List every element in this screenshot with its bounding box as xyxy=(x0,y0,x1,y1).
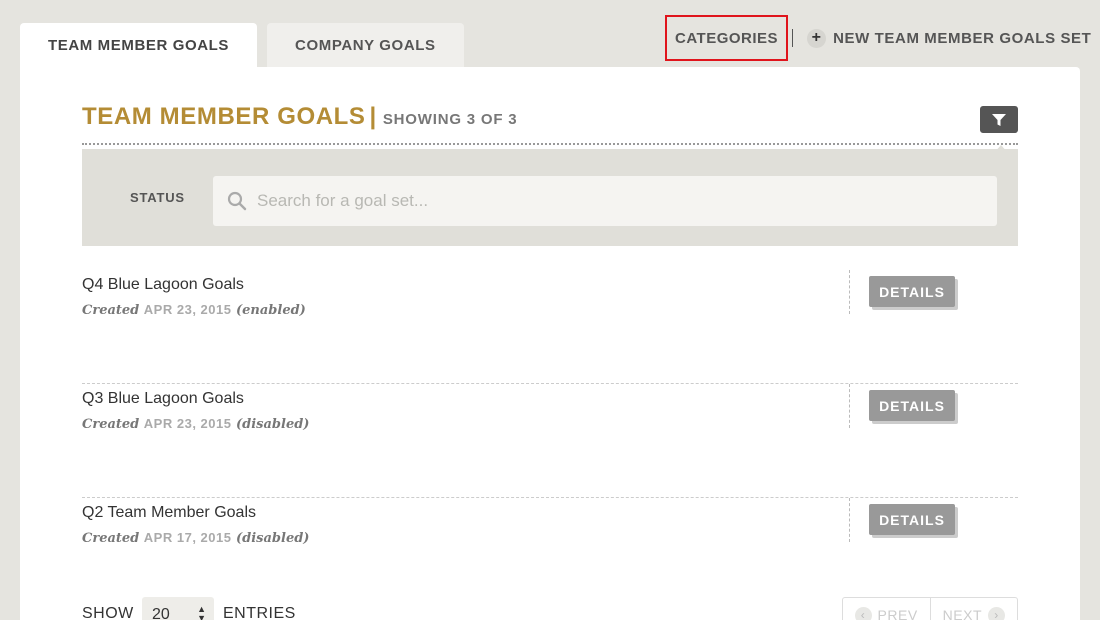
created-prefix: Created xyxy=(82,417,140,432)
page-title: TEAM MEMBER GOALS | SHOWING 3 OF 3 xyxy=(82,103,517,131)
showing-count: SHOWING 3 OF 3 xyxy=(382,111,518,128)
row-separator xyxy=(849,498,850,542)
created-date: APR 17, 2015 xyxy=(143,530,232,545)
goal-set-meta: Created APR 17, 2015 (disabled) xyxy=(82,530,309,546)
show-label: SHOW xyxy=(82,605,134,620)
entries-label: ENTRIES xyxy=(223,605,296,620)
status-filter-label[interactable]: STATUS xyxy=(130,190,185,205)
pagination: ‹ PREV NEXT › xyxy=(841,597,1018,620)
title-separator: | xyxy=(369,103,377,130)
search-icon xyxy=(227,191,247,211)
list-item: Q3 Blue Lagoon Goals Created APR 23, 201… xyxy=(82,384,1018,498)
tab-team-member-goals[interactable]: TEAM MEMBER GOALS xyxy=(20,23,258,67)
filter-bar: STATUS xyxy=(82,149,1018,246)
spinner-arrows-icon: ▲ ▼ xyxy=(197,604,206,620)
goal-set-name[interactable]: Q3 Blue Lagoon Goals xyxy=(82,390,244,408)
prev-label: PREV xyxy=(877,607,918,620)
chevron-left-icon: ‹ xyxy=(854,606,872,620)
created-date: APR 23, 2015 xyxy=(143,416,232,431)
goal-set-name[interactable]: Q2 Team Member Goals xyxy=(82,504,256,522)
prev-button[interactable]: ‹ PREV xyxy=(843,598,930,620)
created-prefix: Created xyxy=(82,303,140,318)
chevron-right-icon: › xyxy=(988,606,1005,620)
row-separator xyxy=(849,270,850,314)
row-separator xyxy=(849,384,850,428)
entries-value: 20 xyxy=(152,606,170,620)
details-button[interactable]: DETAILS xyxy=(869,390,955,421)
goal-set-state: (disabled) xyxy=(236,417,310,432)
entries-select[interactable]: 20 ▲ ▼ xyxy=(142,597,214,620)
categories-link[interactable]: CATEGORIES xyxy=(665,15,789,61)
filter-button[interactable] xyxy=(980,106,1018,133)
goal-set-state: (enabled) xyxy=(236,303,306,318)
created-date: APR 23, 2015 xyxy=(143,302,232,317)
tab-company-goals[interactable]: COMPANY GOALS xyxy=(267,23,464,67)
tab-bar: TEAM MEMBER GOALS COMPANY GOALS xyxy=(20,23,464,67)
details-button[interactable]: DETAILS xyxy=(869,276,955,307)
goal-set-state: (disabled) xyxy=(236,531,310,546)
new-goal-set-label: NEW TEAM MEMBER GOALS SET xyxy=(833,29,1092,47)
actions-separator xyxy=(792,29,794,47)
goal-set-meta: Created APR 23, 2015 (enabled) xyxy=(82,302,306,318)
plus-icon: + xyxy=(807,28,827,48)
search-box[interactable] xyxy=(213,176,997,226)
next-label: NEXT xyxy=(942,607,982,620)
top-actions: CATEGORIES + NEW TEAM MEMBER GOALS SET xyxy=(665,15,1091,61)
goals-panel: TEAM MEMBER GOALS | SHOWING 3 OF 3 STATUS … xyxy=(20,67,1080,620)
goal-set-meta: Created APR 23, 2015 (disabled) xyxy=(82,416,309,432)
new-goal-set-button[interactable]: + NEW TEAM MEMBER GOALS SET xyxy=(807,28,1092,48)
page-title-text: TEAM MEMBER GOALS xyxy=(82,103,366,130)
list-item: Q4 Blue Lagoon Goals Created APR 23, 201… xyxy=(82,270,1018,384)
search-input[interactable] xyxy=(257,191,957,211)
next-button[interactable]: NEXT › xyxy=(929,598,1017,620)
filter-icon xyxy=(992,113,1006,126)
list-footer: SHOW 20 ▲ ▼ ENTRIES ‹ PREV NEXT › xyxy=(82,595,1018,620)
panel-header: TEAM MEMBER GOALS | SHOWING 3 OF 3 xyxy=(82,103,1018,153)
details-button[interactable]: DETAILS xyxy=(869,504,955,535)
goal-set-name[interactable]: Q4 Blue Lagoon Goals xyxy=(82,276,244,294)
created-prefix: Created xyxy=(82,531,140,546)
